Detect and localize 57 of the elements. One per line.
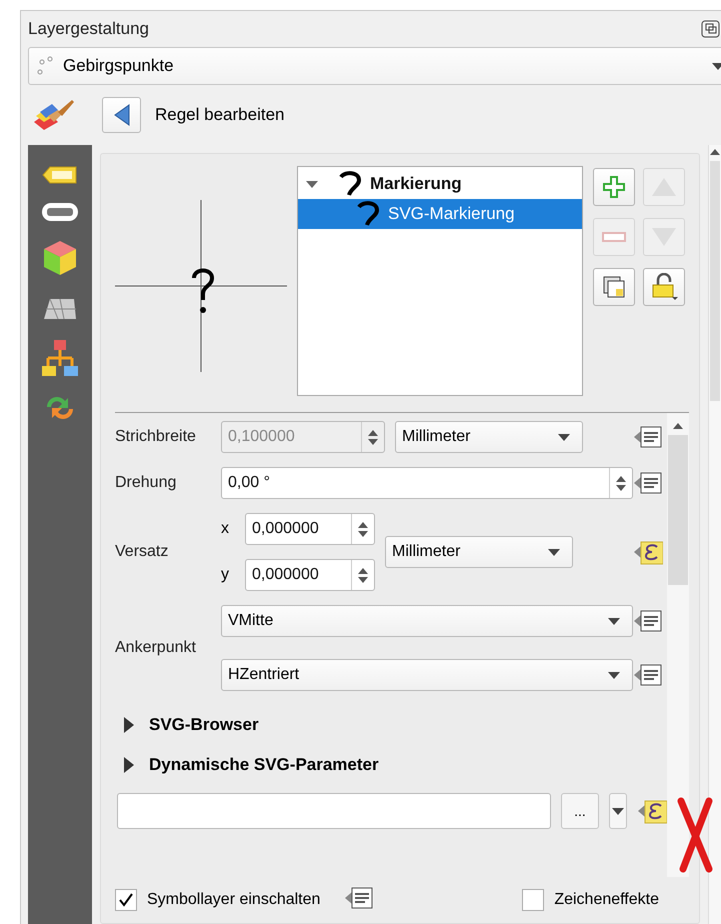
back-arrow-icon — [114, 104, 130, 126]
checkbox-label: Zeicheneffekte — [554, 891, 659, 909]
back-button[interactable] — [102, 97, 141, 133]
number-field[interactable]: 0,000000 — [245, 559, 375, 591]
horizontal-anchor-dropdown[interactable]: HZentriert — [221, 659, 633, 691]
hierarchy-icon[interactable] — [42, 339, 78, 377]
padlock-icon — [650, 273, 678, 301]
svg-path-field[interactable] — [117, 793, 551, 829]
scroll-up-icon[interactable] — [710, 149, 720, 155]
collapsible-section-header[interactable]: Dynamische SVG-Parameter — [115, 745, 667, 785]
expand-arrow-icon — [123, 757, 135, 773]
scroll-up-icon[interactable] — [673, 423, 683, 429]
float-panel-icon[interactable] — [701, 20, 721, 38]
expand-arrow-icon — [123, 717, 135, 733]
caret-icon — [608, 672, 620, 678]
caret-icon — [712, 62, 721, 70]
vertical-anchor-dropdown[interactable]: VMitte — [221, 605, 633, 637]
checkbox[interactable] — [522, 889, 544, 911]
unit-dropdown[interactable]: Millimeter — [385, 536, 573, 568]
axis-label: x — [221, 520, 230, 538]
property-label: Strichbreite — [115, 428, 197, 446]
caret-icon — [608, 618, 620, 624]
lock-button[interactable] — [643, 268, 685, 306]
checkbox-label: Symbollayer einschalten — [147, 891, 320, 909]
caret-icon — [558, 434, 570, 440]
expand-caret-icon[interactable] — [306, 178, 318, 190]
duplicate-icon — [602, 275, 626, 299]
question-mark-symbol-icon — [338, 171, 362, 197]
caret-icon — [612, 808, 624, 814]
plus-icon — [602, 175, 626, 199]
label-tag-icon[interactable] — [42, 165, 78, 185]
point-layer-icon — [37, 56, 53, 76]
question-mark-symbol-icon — [356, 201, 380, 227]
checkbox[interactable] — [115, 889, 137, 911]
caret-icon — [548, 548, 560, 556]
browse-button[interactable]: ... — [561, 793, 599, 829]
axis-label: y — [221, 566, 230, 584]
tree-item[interactable]: Markierung — [298, 169, 582, 199]
panel-title: Layergestaltung — [28, 19, 149, 39]
tree-item[interactable]: SVG-Markierung — [298, 199, 582, 229]
text-bubble-icon[interactable] — [41, 201, 79, 223]
property-label: Drehung — [115, 474, 178, 492]
number-field[interactable]: 0,000000 — [245, 513, 375, 545]
browse-menu-button[interactable] — [609, 793, 627, 829]
property-label: Ankerpunkt — [115, 639, 197, 657]
property-label: Versatz — [115, 543, 170, 561]
duplicate-button[interactable] — [593, 268, 635, 306]
number-field[interactable]: 0,00 ° — [221, 467, 633, 499]
scrollbar-thumb[interactable] — [710, 161, 720, 401]
minus-icon — [602, 232, 626, 242]
scrollbar-thumb[interactable] — [668, 435, 688, 585]
collapsible-section-header[interactable]: SVG-Browser — [115, 705, 667, 745]
paintbrush-icon[interactable] — [32, 98, 76, 132]
add-button[interactable] — [593, 168, 635, 206]
page-title: Regel bearbeiten — [155, 105, 284, 125]
layer-dropdown[interactable]: Gebirgspunkte — [28, 47, 721, 85]
cube-icon[interactable] — [42, 239, 78, 277]
